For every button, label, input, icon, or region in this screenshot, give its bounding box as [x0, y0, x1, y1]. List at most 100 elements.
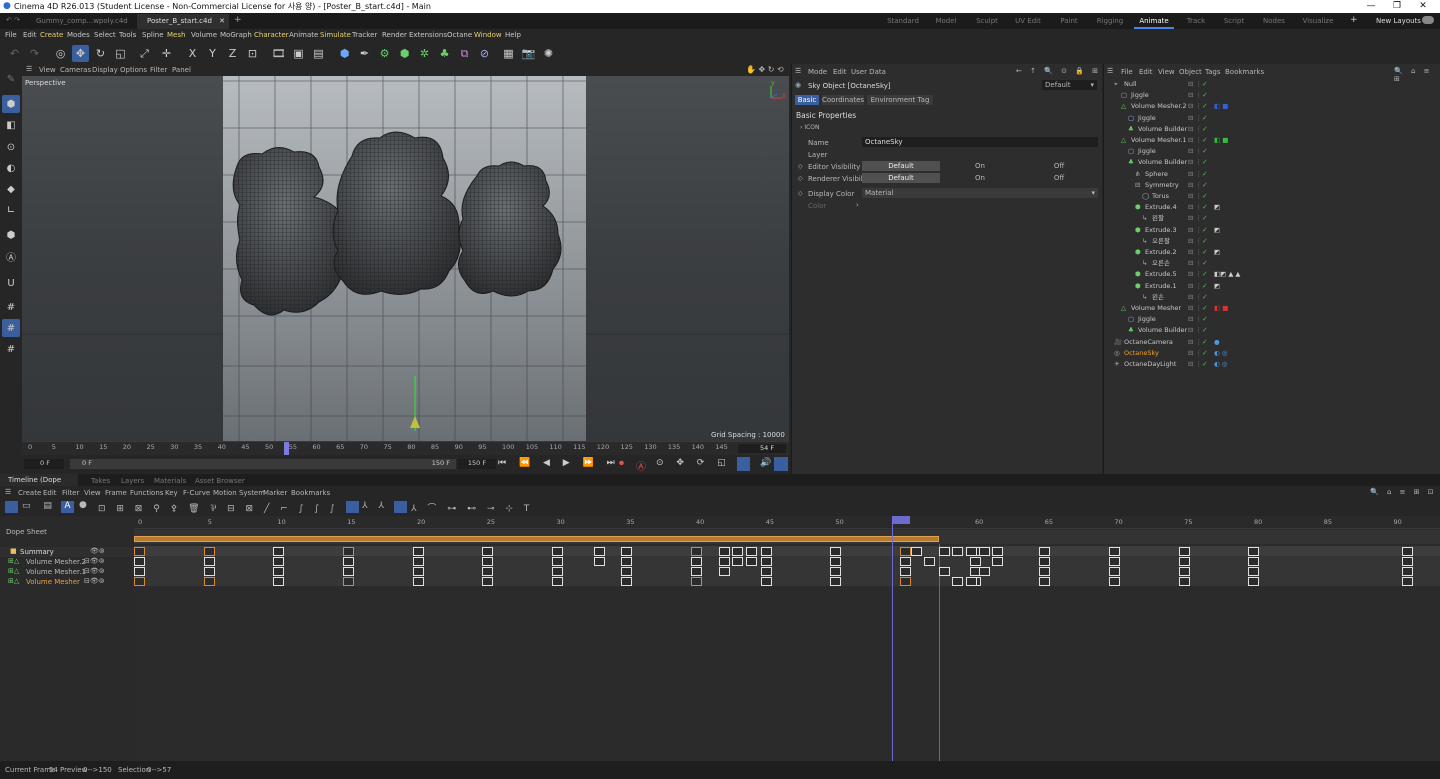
render-view-icon[interactable]: 🎞: [270, 45, 287, 62]
pen-icon[interactable]: ✎: [2, 70, 20, 88]
visibility-dots-icon[interactable]: ⊟ ⋮: [1188, 303, 1202, 314]
keyframe[interactable]: [830, 567, 841, 576]
dope-sheet-keyframe-area[interactable]: 051015202530354045505460657075808590: [134, 516, 1440, 761]
timeline-toggle-icon[interactable]: [774, 457, 788, 471]
visibility-dots-icon[interactable]: ⊟ ⋮: [1188, 90, 1202, 101]
menu-animate[interactable]: Animate: [289, 29, 318, 42]
polygons-mode-icon[interactable]: ◆: [2, 180, 20, 198]
track-volume-mesher-2[interactable]: ⊞△ Volume Mesher.2 ⊟👁⊚: [0, 557, 134, 567]
tl-menu-motion[interactable]: Motion System: [213, 489, 265, 497]
tl-menu-filter[interactable]: Filter: [62, 489, 79, 497]
selection-tag-icon[interactable]: ◩: [1214, 247, 1220, 258]
timeline-frame-icons[interactable]: ⊡ ⊞ ⊠ ⚲ ⚴ 🗑 ⅌ ⊟ ⊠ ╱ ⌐ ∫ ∫ ∫: [98, 501, 338, 514]
keyframe-dot-icon[interactable]: ◇: [798, 190, 803, 197]
visibility-icon[interactable]: ⊟👁⊚: [84, 567, 105, 575]
octane-tag-icon[interactable]: ●: [1214, 337, 1220, 348]
enabled-check-icon[interactable]: ✓: [1202, 303, 1208, 314]
visibility-dots-icon[interactable]: ⊟ ⋮: [1188, 191, 1202, 202]
attr-menu-mode[interactable]: Mode: [808, 68, 827, 76]
keyframe[interactable]: [952, 577, 963, 586]
preview-range-slider[interactable]: 0 F 150 F: [70, 459, 456, 469]
menu-window[interactable]: Window: [474, 29, 502, 42]
tab-dope-sheet[interactable]: Timeline (Dope Sheet): [0, 474, 78, 496]
color-expand-icon[interactable]: ›: [856, 201, 859, 209]
keyframe[interactable]: [719, 567, 730, 576]
add-layout-icon[interactable]: +: [1350, 15, 1358, 25]
visibility-dots-icon[interactable]: ⊟ ⋮: [1188, 202, 1202, 213]
viewport-menu-filter[interactable]: Filter: [150, 66, 167, 74]
close-tab-icon[interactable]: ✕: [219, 14, 225, 29]
cube-icon[interactable]: ⬢: [336, 45, 353, 62]
menu-spline[interactable]: Spline: [142, 29, 164, 42]
menu-volume[interactable]: Volume: [191, 29, 217, 42]
keyframe[interactable]: [1109, 577, 1120, 586]
menu-simulate[interactable]: Simulate: [320, 29, 351, 42]
keyframe-dot-icon[interactable]: ◇: [798, 175, 803, 182]
undo-icon[interactable]: ↶: [6, 45, 23, 62]
keyframe[interactable]: [966, 577, 977, 586]
enabled-check-icon[interactable]: ✓: [1202, 191, 1208, 202]
keyframe[interactable]: [979, 567, 990, 576]
enabled-check-icon[interactable]: ✓: [1202, 79, 1208, 90]
visibility-dots-icon[interactable]: ⊟ ⋮: [1188, 258, 1202, 269]
tl-menu-key[interactable]: Key: [165, 489, 178, 497]
enabled-check-icon[interactable]: ✓: [1202, 202, 1208, 213]
object-row[interactable]: ↳ 오른손 ⊟ ⋮ ✓: [1104, 258, 1440, 269]
keyframe[interactable]: [594, 557, 605, 566]
visibility-dots-icon[interactable]: ⊟ ⋮: [1188, 348, 1202, 359]
keyframe[interactable]: [134, 567, 145, 576]
attr-tab-coordinates[interactable]: Coordinates: [822, 95, 864, 105]
layout-script[interactable]: Script: [1216, 13, 1252, 29]
keyframe[interactable]: [1402, 567, 1413, 576]
visibility-icon[interactable]: ⊟👁⊚: [84, 557, 105, 565]
scale-icon[interactable]: ◱: [112, 45, 129, 62]
menu-render[interactable]: Render: [382, 29, 407, 42]
keyframe[interactable]: [732, 557, 743, 566]
keyframe[interactable]: [552, 547, 563, 556]
key-mode-icon[interactable]: [737, 457, 750, 471]
menu-octane[interactable]: Octane: [447, 29, 472, 42]
menu-tracker[interactable]: Tracker: [352, 29, 377, 42]
keyframe[interactable]: [134, 577, 145, 586]
obj-menu-file[interactable]: File: [1121, 68, 1133, 76]
toggle-switch[interactable]: [1422, 16, 1434, 24]
enabled-check-icon[interactable]: ✓: [1202, 359, 1208, 370]
track-volume-mesher-1[interactable]: ⊞△ Volume Mesher.1 ⊟👁⊚: [0, 567, 134, 577]
keyframe[interactable]: [761, 567, 772, 576]
light-icon[interactable]: ✺: [540, 45, 557, 62]
tweak-icon[interactable]: Ⓐ: [2, 247, 20, 265]
renderer-vis-off-button[interactable]: Off: [1020, 173, 1098, 183]
viewport-hamburger-icon[interactable]: ☰: [26, 65, 32, 73]
texture-mode-icon[interactable]: ◧: [2, 116, 20, 134]
keyframe[interactable]: [1039, 547, 1050, 556]
visibility-dots-icon[interactable]: ⊟ ⋮: [1188, 101, 1202, 112]
keyframe[interactable]: [1248, 547, 1259, 556]
visibility-dots-icon[interactable]: ⊟ ⋮: [1188, 146, 1202, 157]
key-interp-icon[interactable]: [346, 501, 359, 513]
tl-menu-edit[interactable]: Edit: [43, 489, 57, 497]
object-row[interactable]: △ Volume Mesher.2 ⊟ ⋮ ✓ ◧ ■: [1104, 101, 1440, 112]
visibility-dots-icon[interactable]: ⊟ ⋮: [1188, 180, 1202, 191]
timeline-nav-icons[interactable]: 🔍 ⌂ ≡ ⊞ ⊡: [1370, 488, 1437, 496]
enabled-check-icon[interactable]: ✓: [1202, 258, 1208, 269]
keyframe[interactable]: [273, 547, 284, 556]
object-row[interactable]: 🎥 OctaneCamera ⊟ ⋮ ✓ ●: [1104, 337, 1440, 348]
key-tool-icons[interactable]: ⅄ ⅄: [362, 501, 388, 511]
keyframe[interactable]: [992, 557, 1003, 566]
track-volume-mesher[interactable]: ⊞△ Volume Mesher ⊟👁⊚: [0, 577, 134, 587]
new-layouts-label[interactable]: New Layouts: [1376, 17, 1421, 25]
menu-create[interactable]: Create: [40, 29, 63, 42]
layout-model[interactable]: Model: [926, 13, 966, 29]
keyframe[interactable]: [204, 577, 215, 586]
points-mode-icon[interactable]: ⊙: [2, 138, 20, 156]
object-row[interactable]: ↳ 오른팔 ⊟ ⋮ ✓: [1104, 236, 1440, 247]
layout-visualize[interactable]: Visualize: [1296, 13, 1340, 29]
tab-layers[interactable]: Layers: [121, 477, 144, 485]
spline-pen-icon[interactable]: ✒: [356, 45, 373, 62]
keyframe[interactable]: [939, 547, 950, 556]
keyframe[interactable]: [691, 547, 702, 556]
viewport-menu-cameras[interactable]: Cameras: [60, 66, 91, 74]
current-frame-field[interactable]: 54 F: [738, 444, 786, 453]
keyframe[interactable]: [761, 547, 772, 556]
redo-icon[interactable]: ↷: [26, 45, 43, 62]
